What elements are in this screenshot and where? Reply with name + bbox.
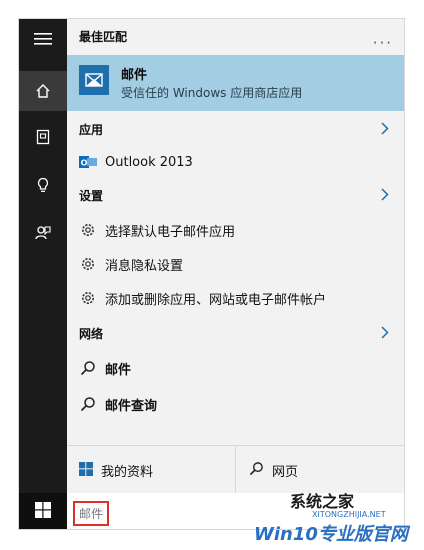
settings-section-title: 设置 xyxy=(79,189,104,203)
chevron-right-icon xyxy=(379,181,391,207)
best-match-title: 最佳匹配 xyxy=(79,30,128,44)
feedback-button[interactable] xyxy=(19,213,67,253)
mail-app-icon xyxy=(79,65,109,95)
apps-section-title: 应用 xyxy=(79,123,104,137)
list-item[interactable]: 添加或删除应用、网站或电子邮件帐户 xyxy=(67,281,404,315)
chevron-right-icon xyxy=(379,115,391,141)
web-button[interactable]: 网页 xyxy=(249,446,298,494)
list-item-label: 选择默认电子邮件应用 xyxy=(105,224,236,240)
windows-logo-icon xyxy=(35,502,51,522)
best-match-title-text: 邮件 xyxy=(121,68,148,83)
home-button[interactable] xyxy=(19,71,67,111)
list-item-label: 消息隐私设置 xyxy=(105,258,184,274)
settings-section-header[interactable]: 设置 xyxy=(67,181,404,207)
taskbar: 邮件 xyxy=(19,493,404,529)
list-item[interactable]: 邮件查询 xyxy=(67,387,404,421)
notebook-icon xyxy=(35,129,51,145)
gear-icon xyxy=(79,221,97,239)
search-results-panel: 最佳匹配 ··· 邮件 受信任的 Windows 应用商店应用 应用 O Out… xyxy=(67,19,404,494)
taskbar-search-box[interactable]: 邮件 xyxy=(67,493,404,529)
best-match-header: 最佳匹配 ··· xyxy=(67,26,404,52)
my-stuff-label: 我的资料 xyxy=(101,464,154,480)
apps-section-header[interactable]: 应用 xyxy=(67,115,404,141)
svg-text:O: O xyxy=(81,159,88,168)
list-item[interactable]: O Outlook 2013 xyxy=(67,145,404,179)
bottom-filter-bar: 我的资料 网页 xyxy=(67,445,404,494)
outlook-icon: O xyxy=(79,153,97,171)
list-item-label: Outlook 2013 xyxy=(105,154,193,170)
hamburger-menu-icon xyxy=(34,32,52,46)
home-icon xyxy=(35,83,51,99)
windows-logo-icon xyxy=(79,461,93,480)
web-section-title: 网络 xyxy=(79,327,104,341)
search-input[interactable]: 邮件 xyxy=(73,501,110,526)
start-menu-window: 最佳匹配 ··· 邮件 受信任的 Windows 应用商店应用 应用 O Out… xyxy=(18,18,405,530)
notebook-button[interactable] xyxy=(19,117,67,157)
reminders-button[interactable] xyxy=(19,165,67,205)
hamburger-menu-button[interactable] xyxy=(19,19,67,59)
search-icon xyxy=(79,359,97,377)
best-match-result[interactable]: 邮件 受信任的 Windows 应用商店应用 xyxy=(67,55,404,111)
search-icon xyxy=(79,395,97,413)
web-label: 网页 xyxy=(272,464,299,480)
lightbulb-icon xyxy=(35,177,51,193)
more-options-button[interactable]: ··· xyxy=(373,34,393,52)
feedback-icon xyxy=(34,224,52,242)
best-match-subtitle: 受信任的 Windows 应用商店应用 xyxy=(121,86,303,100)
gear-icon xyxy=(79,289,97,307)
list-item-label: 邮件查询 xyxy=(105,398,158,414)
search-icon xyxy=(249,461,264,480)
chevron-right-icon xyxy=(379,319,391,345)
start-sidebar xyxy=(19,19,67,493)
list-item-label: 添加或删除应用、网站或电子邮件帐户 xyxy=(105,292,327,308)
start-button[interactable] xyxy=(19,493,67,529)
list-item[interactable]: 消息隐私设置 xyxy=(67,247,404,281)
my-stuff-button[interactable]: 我的资料 xyxy=(79,446,153,494)
list-item-label: 邮件 xyxy=(105,362,132,378)
gear-icon xyxy=(79,255,97,273)
list-item[interactable]: 邮件 xyxy=(67,351,404,385)
divider xyxy=(235,446,236,494)
list-item[interactable]: 选择默认电子邮件应用 xyxy=(67,213,404,247)
web-section-header[interactable]: 网络 xyxy=(67,319,404,345)
